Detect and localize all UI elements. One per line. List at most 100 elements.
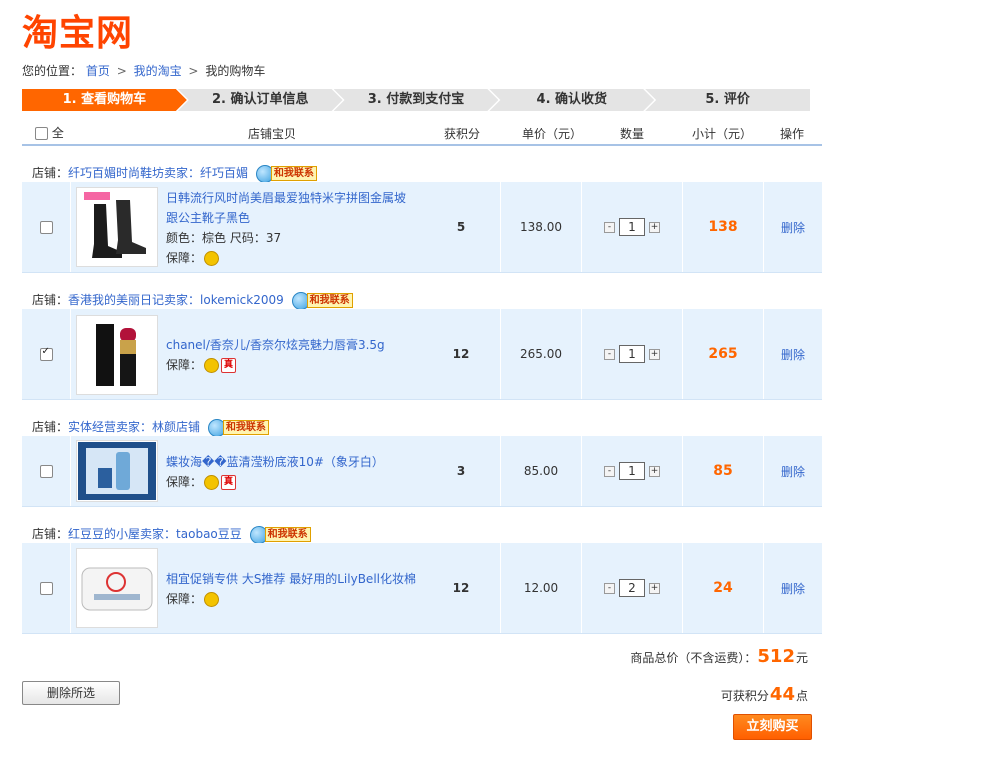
- qty-increase-button[interactable]: +: [649, 582, 660, 594]
- qty-increase-button[interactable]: +: [649, 465, 660, 477]
- contact-seller-button[interactable]: 和我联系: [207, 418, 269, 437]
- cart-item-row: chanel/香奈儿/香奈尔炫亮魅力唇膏3.5g 保障：真 12 265.00 …: [22, 309, 822, 400]
- qty-input[interactable]: 1: [619, 218, 645, 236]
- checkout-steps: 1. 查看购物车 2. 确认订单信息 3. 付款到支付宝 4. 确认收货 5. …: [22, 89, 810, 111]
- points-cell: 5: [422, 182, 501, 272]
- taobao-logo[interactable]: 淘宝网: [22, 4, 133, 56]
- item-title-link[interactable]: chanel/香奈儿/香奈尔炫亮魅力唇膏3.5g: [166, 335, 416, 355]
- guarantee-icon[interactable]: [204, 592, 220, 607]
- action-cell: 删除: [764, 309, 822, 399]
- qty-increase-button[interactable]: +: [649, 221, 660, 233]
- qty-decrease-button[interactable]: -: [604, 465, 615, 477]
- boots-image: [84, 192, 146, 258]
- product-thumbnail[interactable]: [76, 440, 158, 502]
- breadcrumb-sep: >: [116, 64, 127, 78]
- qty-input[interactable]: 1: [619, 462, 645, 480]
- header-unit-price: 单价（元）: [521, 127, 582, 141]
- contact-seller-button[interactable]: 和我联系: [291, 291, 353, 310]
- contact-label: 和我联系: [270, 166, 317, 181]
- shop-name-link[interactable]: 实体经营: [68, 420, 116, 434]
- total-unit: 元: [795, 651, 808, 665]
- authentic-guarantee-icon[interactable]: 真: [221, 358, 237, 373]
- subtotal-cell: 85: [683, 436, 764, 506]
- shop-prefix: 店铺：: [32, 527, 69, 541]
- step-confirm-order: 2. 确认订单信息: [178, 89, 343, 111]
- header-subtotal: 小计（元）: [691, 127, 752, 141]
- guarantee-icon[interactable]: [204, 475, 220, 490]
- shop-header: 店铺：实体经营卖家：林颜店铺 和我联系: [22, 416, 822, 437]
- item-select-cell: [22, 543, 71, 633]
- item-price: 85.00: [523, 464, 559, 478]
- quantity-cell: -1 +: [582, 182, 683, 272]
- shop-name-link[interactable]: 红豆豆的小屋: [68, 527, 140, 541]
- contact-label: 和我联系: [264, 527, 311, 542]
- item-subtotal: 138: [708, 219, 738, 235]
- breadcrumb-my-taobao[interactable]: 我的淘宝: [134, 64, 182, 78]
- select-all-checkbox[interactable]: [35, 127, 48, 140]
- total-label: 商品总价（不含运费）：: [630, 651, 757, 665]
- action-cell: 删除: [764, 436, 822, 506]
- select-all[interactable]: 全: [35, 124, 64, 141]
- item-price: 138.00: [520, 220, 562, 234]
- delete-item-link[interactable]: 删除: [781, 219, 805, 236]
- shop-prefix: 店铺：: [32, 420, 69, 434]
- seller-name-link[interactable]: taobao豆豆: [176, 527, 242, 541]
- item-points: 5: [456, 220, 466, 234]
- qty-decrease-button[interactable]: -: [604, 221, 615, 233]
- item-subtotal: 24: [713, 580, 733, 596]
- seller-name-link[interactable]: 纤巧百媚: [200, 166, 248, 180]
- subtotal-cell: 138: [683, 182, 764, 272]
- guarantee-icon[interactable]: [204, 251, 220, 266]
- quantity-cell: -2 +: [582, 543, 683, 633]
- item-title-link[interactable]: 相宜促销专供 大S推荐 最好用的LilyBell化妆棉: [166, 569, 416, 589]
- item-title-link[interactable]: 日韩流行风时尚美眉最爱独特米字拼图金属坡跟公主靴子黑色: [166, 188, 416, 228]
- shop-name-link[interactable]: 香港我的美丽日记: [68, 293, 164, 307]
- item-checkbox[interactable]: [39, 220, 53, 234]
- contact-seller-button[interactable]: 和我联系: [249, 525, 311, 544]
- qty-increase-button[interactable]: +: [649, 348, 660, 360]
- item-select-cell: [22, 182, 71, 272]
- item-price: 265.00: [520, 347, 562, 361]
- product-thumbnail[interactable]: [76, 315, 158, 395]
- delete-selected-button[interactable]: 删除所选: [22, 681, 120, 705]
- cart-item-row: 蝶妆海��蓝清滢粉底液10#（象牙白） 保障：真 3 85.00 -1 + 85 …: [22, 436, 822, 507]
- item-points: 12: [452, 581, 470, 595]
- seller-prefix: 卖家：: [164, 293, 201, 307]
- breadcrumb-home[interactable]: 首页: [86, 64, 110, 78]
- delete-item-link[interactable]: 删除: [781, 463, 805, 480]
- qty-decrease-button[interactable]: -: [604, 348, 615, 360]
- breadcrumb-sep: >: [188, 64, 199, 78]
- item-info: 日韩流行风时尚美眉最爱独特米字拼图金属坡跟公主靴子黑色 颜色：棕色 尺码：37 …: [166, 188, 416, 268]
- item-checkbox[interactable]: [39, 581, 53, 595]
- qty-input[interactable]: 1: [619, 345, 645, 363]
- delete-item-link[interactable]: 删除: [781, 580, 805, 597]
- step-pay-alipay: 3. 付款到支付宝: [334, 89, 499, 111]
- buy-now-button[interactable]: 立刻购买: [733, 714, 812, 740]
- seller-name-link[interactable]: lokemick2009: [200, 293, 284, 307]
- qty-input[interactable]: 2: [619, 579, 645, 597]
- item-select-cell: [22, 436, 71, 506]
- seller-name-link[interactable]: 林颜店铺: [152, 420, 200, 434]
- shop-header: 店铺：香港我的美丽日记卖家：lokemick2009 和我联系: [22, 289, 822, 310]
- shop-name-link[interactable]: 纤巧百媚时尚鞋坊: [68, 166, 164, 180]
- guarantee-icon[interactable]: [204, 358, 220, 373]
- delete-item-link[interactable]: 删除: [781, 346, 805, 363]
- item-checkbox[interactable]: [39, 346, 53, 361]
- breadcrumb: 您的位置： 首页 > 我的淘宝 > 我的购物车: [22, 62, 265, 79]
- item-subtotal: 265: [708, 346, 738, 362]
- total-value: 512: [757, 646, 795, 667]
- item-title-link[interactable]: 蝶妆海��蓝清滢粉底液10#（象牙白）: [166, 452, 416, 472]
- order-total: 商品总价（不含运费）：512元: [630, 646, 808, 667]
- header-item: 店铺宝贝: [247, 127, 296, 141]
- step-view-cart: 1. 查看购物车: [22, 89, 187, 111]
- product-thumbnail[interactable]: [76, 187, 158, 267]
- product-thumbnail[interactable]: [76, 548, 158, 628]
- authentic-guarantee-icon[interactable]: 真: [221, 475, 237, 490]
- item-checkbox[interactable]: [39, 464, 53, 478]
- contact-seller-button[interactable]: 和我联系: [255, 164, 317, 183]
- qty-decrease-button[interactable]: -: [604, 582, 615, 594]
- guarantee-label: 保障：: [166, 475, 203, 489]
- item-select-cell: [22, 309, 71, 399]
- foundation-image: [78, 442, 156, 500]
- item-points: 3: [456, 464, 466, 478]
